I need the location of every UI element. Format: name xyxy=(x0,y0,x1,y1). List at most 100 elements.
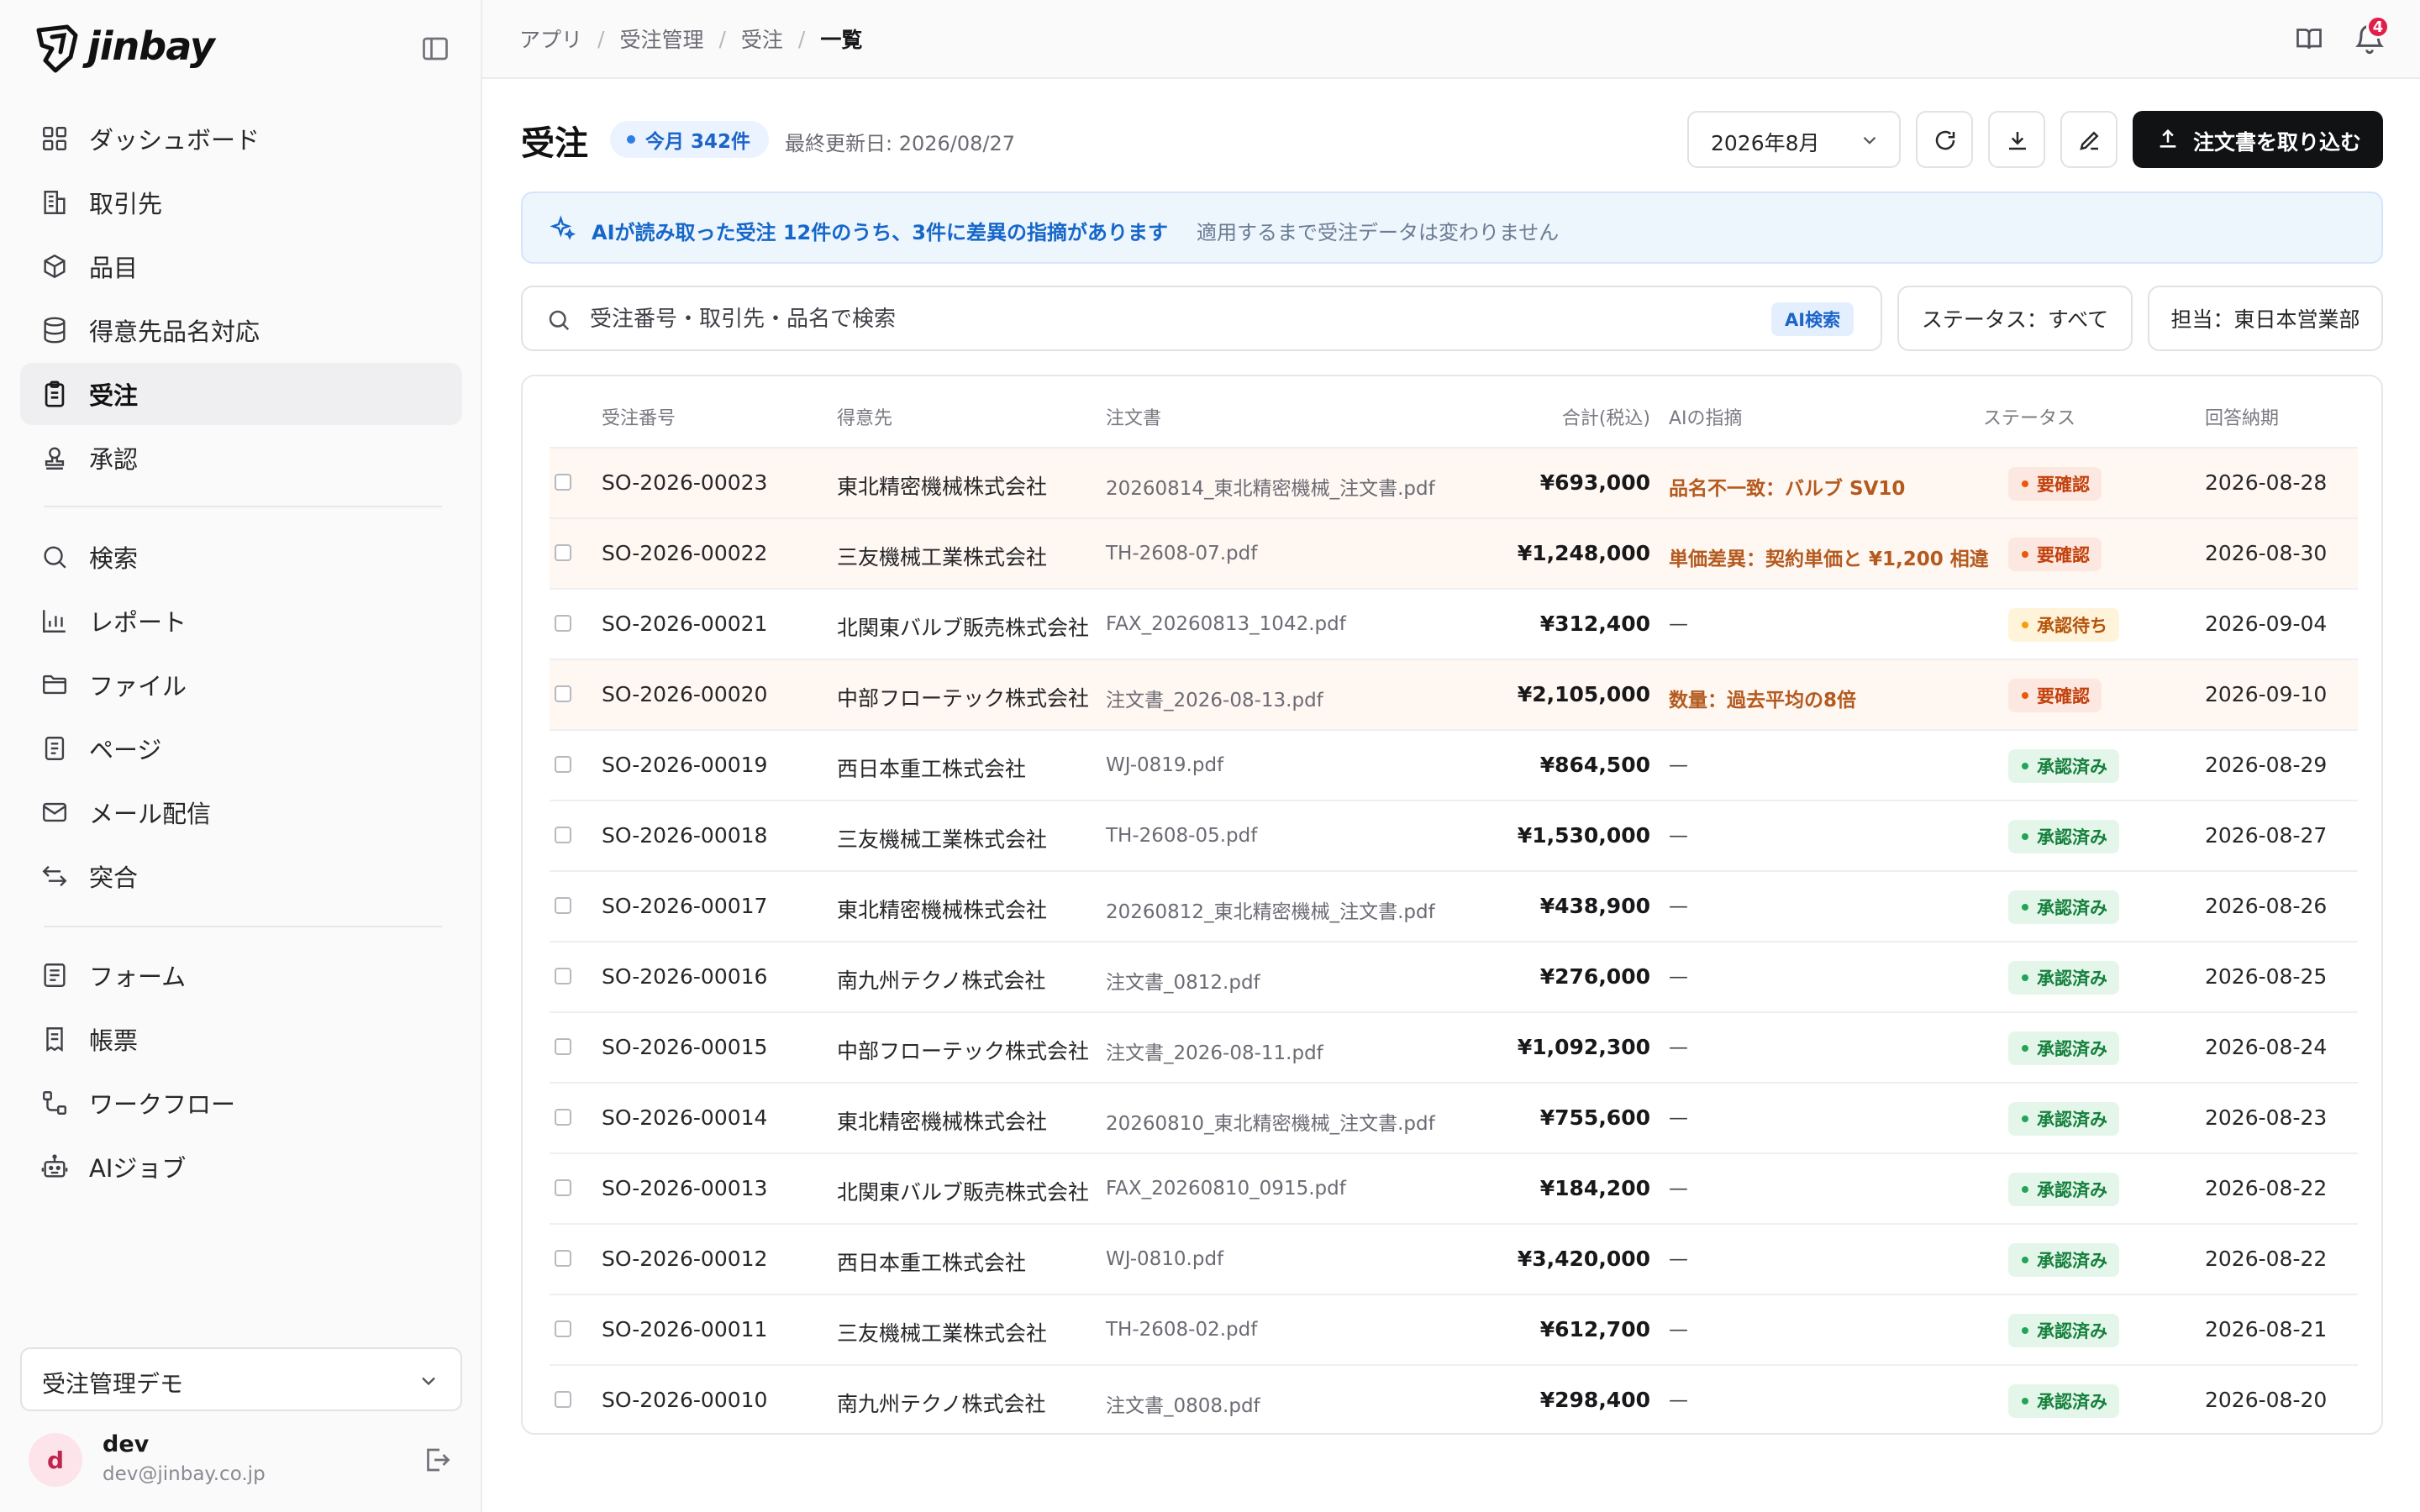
column-header-customer[interactable]: 得意先 xyxy=(837,403,892,430)
column-header-document[interactable]: 注文書 xyxy=(1106,403,1161,430)
document-file[interactable]: 注文書_0808.pdf xyxy=(1106,1389,1260,1418)
order-id[interactable]: SO-2026-00014 xyxy=(602,1105,767,1130)
document-file[interactable]: 20260810_東北精密機械_注文書.pdf xyxy=(1106,1107,1435,1136)
column-header-due-date[interactable]: 回答納期 xyxy=(2205,403,2279,430)
ai-notice-banner[interactable]: AIが読み取った受注 12件のうち、3件に差異の指摘があります 適用するまで受注… xyxy=(521,192,2383,264)
row-checkbox[interactable] xyxy=(555,897,571,914)
document-file[interactable]: 20260814_東北精密機械_注文書.pdf xyxy=(1106,472,1435,501)
sidebar-item-approval[interactable]: 承認 xyxy=(20,427,462,489)
document-file[interactable]: 注文書_0812.pdf xyxy=(1106,966,1260,995)
document-file[interactable]: TH-2608-07.pdf xyxy=(1106,543,1257,564)
sidebar-item-matching[interactable]: 突合 xyxy=(20,845,462,907)
row-checkbox[interactable] xyxy=(555,1320,571,1337)
search-input[interactable] xyxy=(590,299,1682,339)
order-id[interactable]: SO-2026-00016 xyxy=(602,964,767,989)
table-row[interactable]: SO-2026-00014 東北精密機械株式会社 20260810_東北精密機械_注… xyxy=(550,1082,2358,1152)
order-id[interactable]: SO-2026-00020 xyxy=(602,682,767,706)
row-checkbox[interactable] xyxy=(555,968,571,984)
table-row[interactable]: SO-2026-00011 三友機械工業株式会社 TH-2608-02.pdf ¥61… xyxy=(550,1294,2358,1364)
table-row[interactable]: SO-2026-00022 三友機械工業株式会社 TH-2608-07.pdf ¥1,… xyxy=(550,517,2358,588)
row-checkbox[interactable] xyxy=(555,685,571,702)
document-file[interactable]: TH-2608-05.pdf xyxy=(1106,825,1257,847)
workspace-select[interactable]: 受注管理デモ xyxy=(20,1347,462,1411)
row-checkbox[interactable] xyxy=(555,827,571,843)
order-id[interactable]: SO-2026-00013 xyxy=(602,1176,767,1200)
document-file[interactable]: FAX_20260813_1042.pdf xyxy=(1106,613,1346,635)
row-checkbox[interactable] xyxy=(555,1250,571,1267)
document-file[interactable]: FAX_20260810_0915.pdf xyxy=(1106,1178,1346,1200)
order-id[interactable]: SO-2026-00015 xyxy=(602,1035,767,1059)
order-id[interactable]: SO-2026-00011 xyxy=(602,1317,767,1341)
order-id[interactable]: SO-2026-00019 xyxy=(602,753,767,777)
table-row[interactable]: SO-2026-00021 北関東バルブ販売株式会社 FAX_20260813_10… xyxy=(550,588,2358,659)
row-checkbox[interactable] xyxy=(555,615,571,632)
row-checkbox[interactable] xyxy=(555,544,571,561)
order-id[interactable]: SO-2026-00010 xyxy=(602,1388,767,1412)
document-file[interactable]: WJ-0819.pdf xyxy=(1106,754,1223,776)
sidebar-item-vouchers[interactable]: 帳票 xyxy=(20,1008,462,1070)
table-row[interactable]: SO-2026-00019 西日本重工株式会社 WJ-0819.pdf ¥864,50… xyxy=(550,729,2358,800)
logo[interactable]: jinbay xyxy=(34,22,454,76)
ai-search-toggle[interactable]: AI検索 xyxy=(1771,302,1854,336)
sidebar-item-files[interactable]: ファイル xyxy=(20,654,462,716)
sidebar-item-workflow[interactable]: ワークフロー xyxy=(20,1072,462,1134)
order-id[interactable]: SO-2026-00023 xyxy=(602,470,767,495)
sidebar-item-search[interactable]: 検索 xyxy=(20,526,462,588)
import-order-button[interactable]: 注文書を取り込む xyxy=(2133,111,2383,168)
sidebar-item-orders[interactable]: 受注 xyxy=(20,363,462,425)
column-header-status[interactable]: ステータス xyxy=(1983,403,2075,430)
avatar[interactable]: d xyxy=(29,1433,82,1487)
sidebar-toggle-icon[interactable] xyxy=(420,34,450,64)
page-icon xyxy=(45,737,65,760)
column-header-ai-notes[interactable]: AIの指摘 xyxy=(1669,403,1743,430)
month-select[interactable]: 2026年8月 xyxy=(1687,111,1901,168)
document-file[interactable]: TH-2608-02.pdf xyxy=(1106,1319,1257,1341)
table-row[interactable]: SO-2026-00010 南九州テクノ株式会社 注文書_0808.pdf ¥298,… xyxy=(550,1364,2358,1433)
download-button[interactable] xyxy=(1988,111,2045,168)
refresh-button[interactable] xyxy=(1916,111,1973,168)
table-row[interactable]: SO-2026-00017 東北精密機械株式会社 20260812_東北精密機械_注… xyxy=(550,870,2358,941)
order-id[interactable]: SO-2026-00018 xyxy=(602,823,767,848)
row-checkbox[interactable] xyxy=(555,474,571,491)
book-icon[interactable] xyxy=(2294,24,2324,54)
sidebar-item-ai-jobs[interactable]: AIジョブ xyxy=(20,1136,462,1198)
sidebar-item-products[interactable]: 品目 xyxy=(20,235,462,297)
table-row[interactable]: SO-2026-00016 南九州テクノ株式会社 注文書_0812.pdf ¥276,… xyxy=(550,941,2358,1011)
table-row[interactable]: SO-2026-00020 中部フローテック株式会社 注文書_2026-08-13.… xyxy=(550,659,2358,729)
owner-filter[interactable]: 担当：東日本営業部 xyxy=(2148,286,2383,351)
order-id[interactable]: SO-2026-00017 xyxy=(602,894,767,918)
table-row[interactable]: SO-2026-00018 三友機械工業株式会社 TH-2608-05.pdf ¥1,… xyxy=(550,800,2358,870)
row-checkbox[interactable] xyxy=(555,756,571,773)
order-id[interactable]: SO-2026-00012 xyxy=(602,1247,767,1271)
document-file[interactable]: 注文書_2026-08-11.pdf xyxy=(1106,1037,1323,1065)
document-file[interactable]: 注文書_2026-08-13.pdf xyxy=(1106,684,1323,712)
sidebar-item-dashboard[interactable]: ダッシュボード xyxy=(20,108,462,170)
row-checkbox[interactable] xyxy=(555,1391,571,1408)
sidebar-item-reports[interactable]: レポート xyxy=(20,590,462,652)
row-checkbox[interactable] xyxy=(555,1179,571,1196)
table-row[interactable]: SO-2026-00012 西日本重工株式会社 WJ-0810.pdf ¥3,420,… xyxy=(550,1223,2358,1294)
sidebar-item-mail[interactable]: メール配信 xyxy=(20,781,462,843)
status-filter[interactable]: ステータス：すべて xyxy=(1897,286,2133,351)
order-id[interactable]: SO-2026-00021 xyxy=(602,612,767,636)
column-header-amount[interactable]: 合計(税込) xyxy=(1423,403,1650,430)
breadcrumb-item[interactable]: 受注管理 xyxy=(619,24,703,54)
breadcrumb-item[interactable]: 受注 xyxy=(741,24,783,54)
breadcrumb-item[interactable]: アプリ xyxy=(519,24,582,54)
sidebar-item-label: 取引先 xyxy=(89,190,163,218)
document-file[interactable]: 20260812_東北精密機械_注文書.pdf xyxy=(1106,895,1435,924)
logout-icon[interactable] xyxy=(422,1445,452,1475)
row-checkbox[interactable] xyxy=(555,1038,571,1055)
table-row[interactable]: SO-2026-00013 北関東バルブ販売株式会社 FAX_20260810_09… xyxy=(550,1152,2358,1223)
table-row[interactable]: SO-2026-00015 中部フローテック株式会社 注文書_2026-08-11.… xyxy=(550,1011,2358,1082)
table-row[interactable]: SO-2026-00023 東北精密機械株式会社 20260814_東北精密機械_注… xyxy=(550,447,2358,517)
order-id[interactable]: SO-2026-00022 xyxy=(602,541,767,565)
column-header-order-id[interactable]: 受注番号 xyxy=(602,403,676,430)
sidebar-item-product-mapping[interactable]: 得意先品名対応 xyxy=(20,299,462,361)
document-file[interactable]: WJ-0810.pdf xyxy=(1106,1248,1223,1270)
sidebar-item-forms[interactable]: フォーム xyxy=(20,944,462,1006)
sidebar-item-partners[interactable]: 取引先 xyxy=(20,171,462,234)
row-checkbox[interactable] xyxy=(555,1109,571,1126)
sidebar-item-pages[interactable]: ページ xyxy=(20,717,462,780)
edit-button[interactable] xyxy=(2060,111,2118,168)
